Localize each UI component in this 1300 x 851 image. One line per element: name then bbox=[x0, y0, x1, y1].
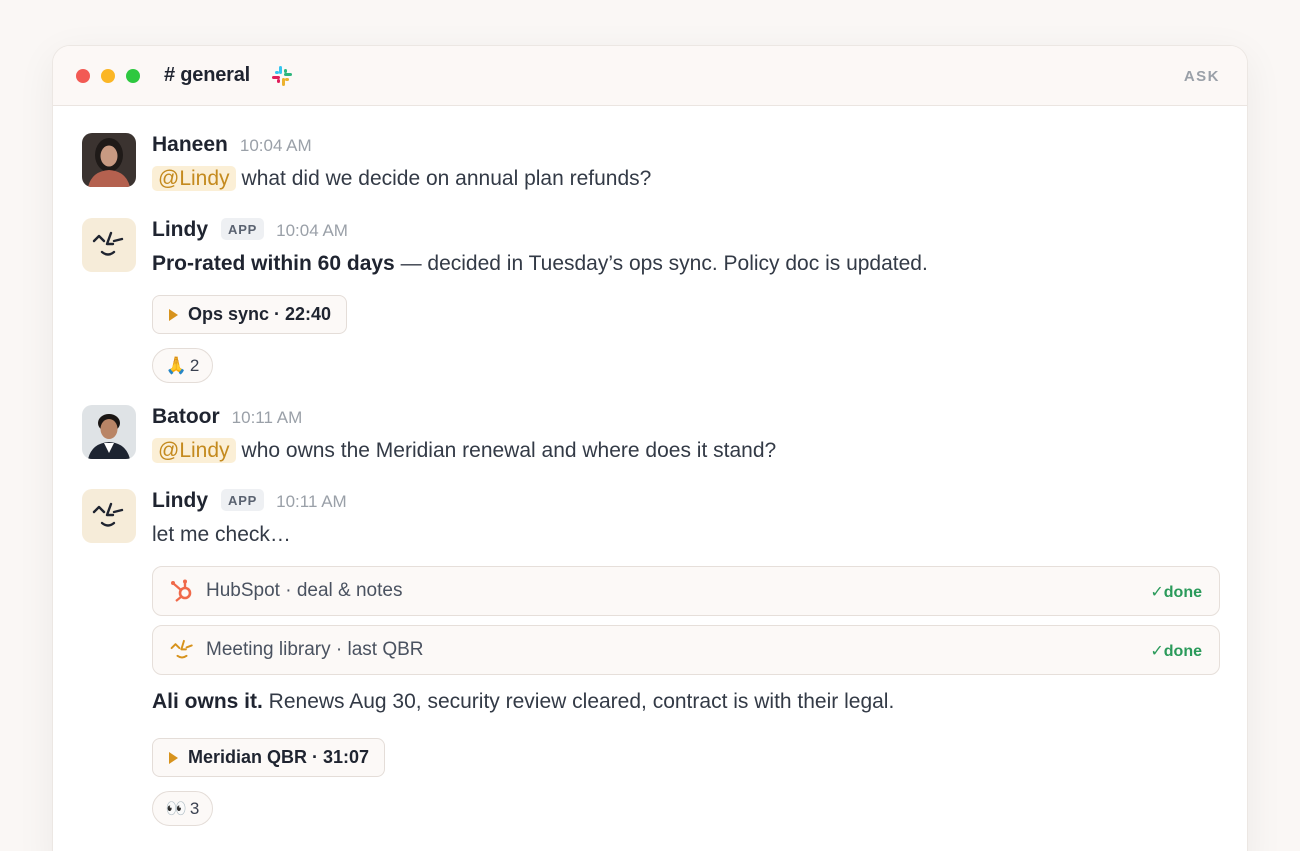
message: Lindy APP 10:04 AM Pro-rated within 60 d… bbox=[82, 218, 1222, 388]
reaction-count: 3 bbox=[189, 798, 200, 818]
slack-icon bbox=[270, 64, 294, 88]
minimize-window-button[interactable] bbox=[101, 68, 115, 83]
eyes-emoji-icon: 👀 bbox=[165, 798, 187, 818]
ask-button[interactable]: ASK bbox=[1184, 68, 1220, 85]
pray-emoji-icon: 🙏 bbox=[165, 355, 187, 375]
message-content: — decided in Tuesday’s ops sync. Policy … bbox=[394, 252, 928, 275]
tool-call-row[interactable]: HubSpot · deal & notes ✓done bbox=[152, 566, 1220, 616]
sender-name[interactable]: Haneen bbox=[152, 133, 228, 157]
channel-name: # general bbox=[164, 64, 251, 86]
sender-name[interactable]: Lindy bbox=[152, 489, 208, 513]
message: Lindy APP 10:11 AM let me check… HubSpot… bbox=[82, 489, 1222, 829]
message-body: Lindy APP 10:11 AM let me check… HubSpot… bbox=[152, 489, 1220, 826]
app-badge: APP bbox=[221, 218, 265, 240]
message-text: Ali owns it. Renews Aug 30, security rev… bbox=[152, 688, 894, 716]
message-text: @Lindy what did we decide on annual plan … bbox=[152, 165, 1220, 193]
timestamp: 10:11 AM bbox=[231, 408, 303, 427]
avatar[interactable] bbox=[82, 133, 136, 187]
play-icon bbox=[169, 308, 178, 321]
tool-call-row[interactable]: Meeting library · last QBR ✓done bbox=[152, 625, 1220, 675]
play-icon bbox=[169, 751, 178, 764]
lindy-face-icon bbox=[92, 502, 124, 527]
message-bold: Ali owns it. bbox=[152, 690, 263, 713]
title-bar: # general ASK bbox=[53, 46, 1247, 106]
tool-label: HubSpot · deal & notes bbox=[206, 580, 403, 601]
tool-label: Meeting library · last QBR bbox=[206, 639, 424, 660]
status-done: ✓done bbox=[1150, 584, 1202, 601]
mention[interactable]: @Lindy bbox=[152, 438, 236, 463]
message-content: who owns the Meridian renewal and where … bbox=[241, 439, 777, 462]
chat-window: # general ASK Haneen 10:04 AM @Lindy wha… bbox=[52, 45, 1248, 851]
message-text: Pro-rated within 60 days — decided in Tu… bbox=[152, 250, 1220, 278]
sender-name[interactable]: Batoor bbox=[152, 405, 220, 429]
maximize-window-button[interactable] bbox=[126, 68, 140, 83]
message-text: let me check… bbox=[152, 523, 291, 546]
timestamp: 10:04 AM bbox=[239, 136, 312, 155]
message-body: Batoor 10:11 AM @Lindy who owns the Merid… bbox=[152, 405, 1220, 465]
message-content: Renews Aug 30, security review cleared, … bbox=[262, 690, 895, 713]
recording-clip-button[interactable]: Meridian QBR · 31:07 bbox=[152, 738, 386, 777]
message: Haneen 10:04 AM @Lindy what did we decide… bbox=[82, 133, 1222, 203]
app-badge: APP bbox=[221, 489, 265, 511]
lindy-avatar[interactable] bbox=[82, 489, 136, 543]
recording-clip-button[interactable]: Ops sync · 22:40 bbox=[152, 295, 348, 334]
message-body: Lindy APP 10:04 AM Pro-rated within 60 d… bbox=[152, 218, 1220, 383]
message: Batoor 10:11 AM @Lindy who owns the Merid… bbox=[82, 405, 1222, 475]
mention[interactable]: @Lindy bbox=[152, 166, 236, 191]
lindy-avatar[interactable] bbox=[82, 218, 136, 272]
lindy-face-icon bbox=[92, 231, 124, 256]
reaction-button[interactable]: 👀 3 bbox=[152, 791, 213, 826]
message-content: what did we decide on annual plan refund… bbox=[241, 167, 652, 190]
message-body: Haneen 10:04 AM @Lindy what did we decide… bbox=[152, 133, 1220, 193]
timestamp: 10:04 AM bbox=[276, 221, 348, 240]
sender-name[interactable]: Lindy bbox=[152, 218, 208, 242]
timestamp: 10:11 AM bbox=[276, 492, 347, 511]
status-done: ✓done bbox=[1150, 643, 1202, 660]
avatar[interactable] bbox=[82, 405, 136, 459]
clip-label: Meridian QBR · 31:07 bbox=[188, 747, 370, 767]
clip-label: Ops sync · 22:40 bbox=[188, 304, 332, 324]
reaction-count: 2 bbox=[189, 355, 200, 375]
message-text: @Lindy who owns the Meridian renewal and … bbox=[152, 437, 1220, 465]
hubspot-icon bbox=[171, 579, 192, 602]
reaction-button[interactable]: 🙏 2 bbox=[152, 348, 213, 383]
message-bold: Pro-rated within 60 days bbox=[152, 252, 395, 275]
close-window-button[interactable] bbox=[76, 68, 90, 83]
lindy-icon bbox=[170, 639, 193, 659]
